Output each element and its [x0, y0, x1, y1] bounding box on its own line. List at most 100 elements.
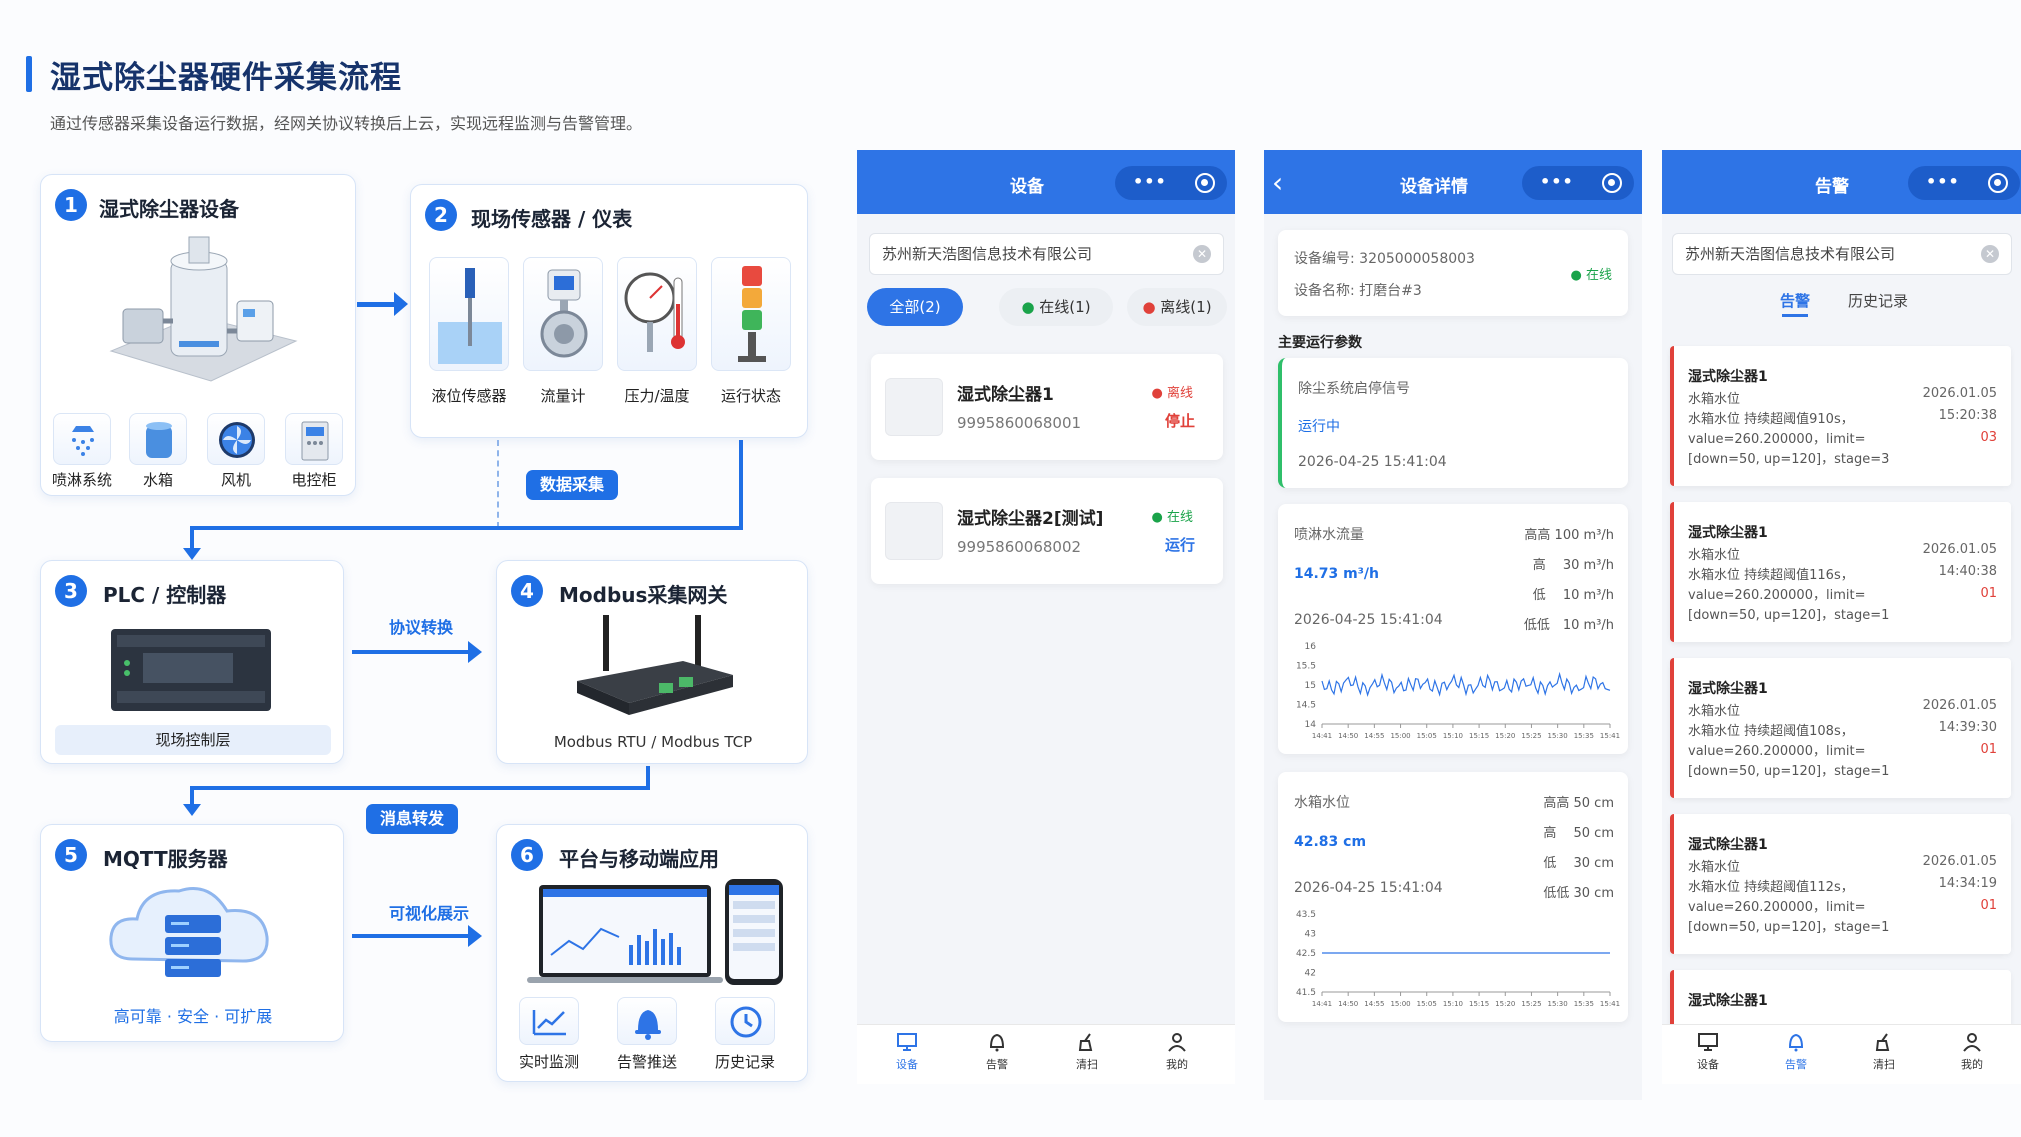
close-target-icon[interactable] [1602, 173, 1622, 193]
threshold: 低低 10 m³/h [1523, 618, 1614, 633]
sub-label: 液位传感器 [431, 387, 507, 405]
device-thumbnail-icon [885, 378, 943, 436]
tab-label: 设备 [1697, 1058, 1719, 1071]
filter-online[interactable]: ● 在线(1) [999, 288, 1113, 326]
flow-line [190, 786, 650, 790]
step-number: 1 [55, 189, 87, 221]
step-title: 平台与移动端应用 [559, 847, 719, 871]
threshold: 低 10 m³/h [1532, 588, 1614, 603]
forward-chip: 消息转发 [366, 804, 458, 834]
alert-card[interactable]: 湿式除尘器1 [1670, 970, 2011, 1024]
close-target-icon[interactable] [1195, 173, 1215, 193]
page-title: 湿式除尘器硬件采集流程 [50, 60, 402, 96]
flow-card: 喷淋水流量 14.73 m³/h 2026-04-25 15:41:04 高高 … [1278, 504, 1628, 754]
device-sn: 9995860068001 [957, 414, 1082, 432]
alert-card[interactable]: 湿式除尘器1 水箱水位 水箱水位 持续超阈值116s， value=260.20… [1670, 502, 2011, 642]
flow-value: 14.73 m³/h [1294, 566, 1379, 582]
step6-card: 6 平台与移动端应用 实时监测 告警推送 历史记录 [496, 824, 808, 1082]
x-tick-label: 15:00 [1390, 732, 1410, 740]
alert-range: [down=50, up=120]，stage=1 [1688, 764, 1890, 779]
alert-card[interactable]: 湿式除尘器1 水箱水位 水箱水位 持续超阈值910s， value=260.20… [1670, 346, 2011, 486]
alert-value: value=260.200000，limit= [1688, 588, 1866, 603]
alert-count: 01 [1980, 586, 1997, 601]
device-card[interactable]: 湿式除尘器1 9995860068001 ● 离线 停止 [871, 354, 1223, 460]
online-status: ● 在线 [1570, 268, 1613, 283]
collect-chip: 数据采集 [526, 470, 618, 500]
threshold: 高高 50 cm [1543, 796, 1614, 811]
alert-item: 水箱水位 [1688, 548, 1741, 563]
x-tick-label: 15:20 [1495, 1000, 1515, 1008]
broom-icon [1078, 1033, 1093, 1051]
close-target-icon[interactable] [1988, 173, 2008, 193]
flow-line [190, 526, 194, 550]
nav-title: 设备详情 [1400, 177, 1468, 197]
x-tick-label: 15:41 [1600, 732, 1620, 740]
step5-card: 5 MQTT服务器 高可靠 · 安全 · 可扩展 [40, 824, 344, 1042]
tab-mine[interactable]: 我的 [1147, 1031, 1207, 1072]
alert-card[interactable]: 湿式除尘器1 水箱水位 水箱水位 持续超阈值108s， value=260.20… [1670, 658, 2011, 798]
menu-capsule[interactable]: ••• [1908, 166, 2020, 200]
tab-alerts[interactable]: 告警 [967, 1031, 1027, 1072]
alert-item: 水箱水位 [1688, 860, 1741, 875]
flow-line [190, 526, 743, 530]
x-tick-label: 15:25 [1521, 1000, 1541, 1008]
run-status: 运行 [1164, 536, 1195, 554]
sub-label: 告警推送 [616, 1053, 677, 1071]
monitor-icon [1698, 1033, 1718, 1051]
tab-alerts[interactable]: 告警 [1780, 290, 1810, 311]
alert-desc: 水箱水位 持续超阈值910s， [1688, 412, 1854, 427]
x-tick-label: 15:05 [1417, 732, 1437, 740]
step-number: 5 [55, 839, 87, 871]
sub-label: 实时监测 [518, 1053, 579, 1071]
page-subtitle: 通过传感器采集设备运行数据，经网关协议转换后上云，实现远程监测与告警管理。 [50, 114, 643, 133]
cloud-server-illustration [109, 887, 269, 977]
tab-alerts[interactable]: 告警 [1766, 1031, 1826, 1072]
nav-title: 设备 [1010, 177, 1044, 197]
clear-icon[interactable]: ✕ [1193, 245, 1211, 263]
flow-arrow [352, 650, 470, 654]
alert-date: 2026.01.05 [1922, 386, 1997, 401]
device-card[interactable]: 湿式除尘器2[测试] 9995860068002 ● 在线 运行 [871, 478, 1223, 584]
more-icon[interactable]: ••• [1926, 172, 1960, 191]
alert-device: 湿式除尘器1 [1688, 837, 1768, 853]
y-tick-label: 15 [1305, 681, 1316, 691]
detail-phone: ‹ 设备详情 ••• 设备编号: 3205000058003 设备名称: 打磨台… [1264, 150, 1642, 1100]
water-tank-icon [129, 413, 187, 465]
clear-icon[interactable]: ✕ [1981, 245, 1999, 263]
step-number: 4 [511, 575, 543, 607]
tab-history[interactable]: 历史记录 [1848, 290, 1908, 311]
step-title: 现场传感器 / 仪表 [471, 207, 633, 231]
tab-devices[interactable]: 设备 [1678, 1031, 1738, 1072]
user-icon [1963, 1033, 1981, 1052]
menu-capsule[interactable]: ••• [1115, 166, 1227, 200]
y-tick-label: 43 [1305, 930, 1316, 940]
alert-range: [down=50, up=120]，stage=1 [1688, 920, 1890, 935]
tab-clean[interactable]: 清扫 [1057, 1031, 1117, 1072]
tab-clean[interactable]: 清扫 [1854, 1031, 1914, 1072]
flow-label: 喷淋水流量 [1294, 527, 1364, 543]
company-search[interactable]: 苏州新天浩图信息技术有限公司 ✕ [869, 233, 1224, 275]
tab-label: 清扫 [1076, 1058, 1098, 1071]
menu-capsule[interactable]: ••• [1522, 166, 1634, 200]
y-tick-label: 16 [1305, 642, 1317, 652]
broom-icon [1875, 1033, 1890, 1051]
spray-icon [53, 413, 111, 465]
device-name: 湿式除尘器1 [957, 385, 1054, 405]
back-icon[interactable]: ‹ [1272, 166, 1283, 199]
threshold: 低 30 cm [1543, 856, 1614, 871]
y-tick-label: 42.5 [1296, 949, 1316, 959]
more-icon[interactable]: ••• [1133, 172, 1167, 191]
nav-title: 告警 [1815, 177, 1849, 197]
tab-mine[interactable]: 我的 [1942, 1031, 2002, 1072]
company-search[interactable]: 苏州新天浩图信息技术有限公司 ✕ [1672, 233, 2012, 275]
alert-device: 湿式除尘器1 [1688, 681, 1768, 697]
y-tick-label: 14 [1305, 720, 1317, 730]
alert-card[interactable]: 湿式除尘器1 水箱水位 水箱水位 持续超阈值112s， value=260.20… [1670, 814, 2011, 954]
tab-devices[interactable]: 设备 [877, 1031, 937, 1072]
filter-all[interactable]: 全部(2) [867, 288, 963, 326]
filter-offline[interactable]: ● 离线(1) [1127, 288, 1227, 326]
device-name: 设备名称: 打磨台#3 [1294, 283, 1422, 299]
more-icon[interactable]: ••• [1540, 172, 1574, 191]
alert-device: 湿式除尘器1 [1688, 993, 1768, 1009]
alert-time: 14:40:38 [1938, 564, 1997, 579]
